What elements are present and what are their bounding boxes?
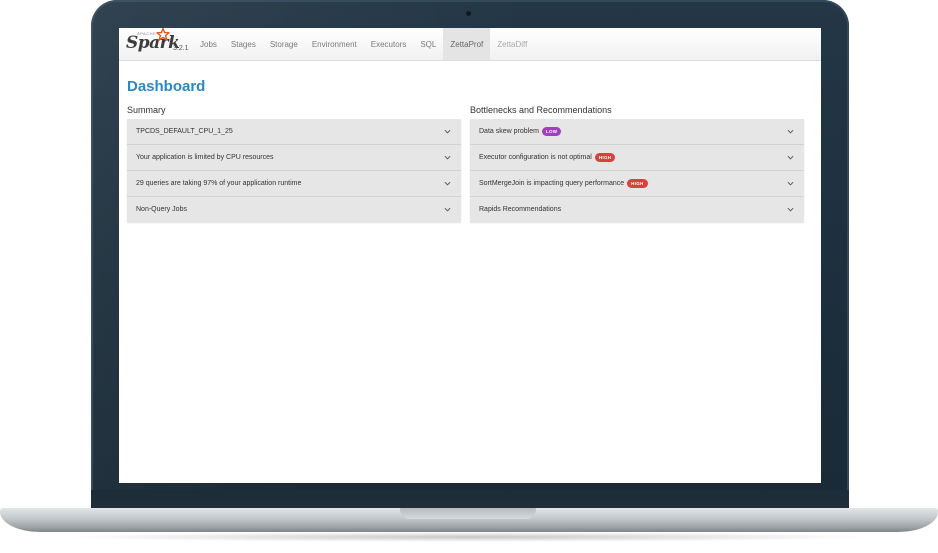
summary-column: Summary TPCDS_DEFAULT_CPU_1_25 Your appl… [127,104,461,222]
tab-executors[interactable]: Executors [364,28,414,60]
laptop-opening-notch [400,508,536,519]
bottleneck-row-data-skew[interactable]: Data skew problem LOW [470,119,804,145]
row-label: Executor configuration is not optimal [479,154,592,161]
row-label: 29 queries are taking 97% of your applic… [136,180,302,187]
laptop-shadow [60,532,878,542]
bottleneck-row-executor-config[interactable]: Executor configuration is not optimal HI… [470,145,804,171]
tab-sql[interactable]: SQL [413,28,443,60]
row-label: Rapids Recommendations [479,206,562,213]
spark-star-icon [156,28,170,41]
chevron-down-icon [787,129,794,134]
main-content: Dashboard [119,78,821,95]
chevron-down-icon [787,155,794,160]
row-label: SortMergeJoin is impacting query perform… [479,180,625,187]
spark-version: 3.2.1 [173,45,189,52]
summary-row-cpu-limited[interactable]: Your application is limited by CPU resou… [127,145,461,171]
row-label: Data skew problem [479,128,539,135]
bottlenecks-heading: Bottlenecks and Recommendations [470,105,612,115]
severity-badge-high: HIGH [594,153,616,162]
row-label: Non-Query Jobs [136,206,187,213]
tab-zettaprof[interactable]: ZettaProf [443,28,491,60]
tab-storage[interactable]: Storage [263,28,305,60]
tab-stages[interactable]: Stages [224,28,263,60]
tab-zettadiff[interactable]: ZettaDiff [490,28,534,60]
bottleneck-row-rapids[interactable]: Rapids Recommendations [470,197,804,222]
bottlenecks-column: Bottlenecks and Recommendations Data ske… [470,104,804,222]
spark-logo[interactable]: APACHE Spark 3.2.1 [123,28,193,60]
top-navbar: APACHE Spark 3.2.1 Jobs Stages Storage E… [119,28,821,61]
tab-environment[interactable]: Environment [305,28,364,60]
bottlenecks-accordion: Data skew problem LOW Executor configura… [470,119,804,222]
webcam [466,11,471,16]
nav-tabs: Jobs Stages Storage Environment Executor… [193,28,534,60]
chevron-down-icon [444,129,451,134]
summary-accordion: TPCDS_DEFAULT_CPU_1_25 Your application … [127,119,461,222]
chevron-down-icon [444,207,451,212]
summary-row-non-query-jobs[interactable]: Non-Query Jobs [127,197,461,222]
tab-jobs[interactable]: Jobs [193,28,224,60]
chevron-down-icon [787,181,794,186]
chevron-down-icon [444,155,451,160]
row-label: TPCDS_DEFAULT_CPU_1_25 [136,128,233,135]
bottleneck-row-sortmergejoin[interactable]: SortMergeJoin is impacting query perform… [470,171,804,197]
summary-row-queries-runtime[interactable]: 29 queries are taking 97% of your applic… [127,171,461,197]
summary-row-app-name[interactable]: TPCDS_DEFAULT_CPU_1_25 [127,119,461,145]
severity-badge-high: HIGH [627,179,648,188]
summary-heading: Summary [127,105,166,115]
brand-word: Spark [126,33,180,53]
chevron-down-icon [444,181,451,186]
screen: APACHE Spark 3.2.1 Jobs Stages Storage E… [119,28,821,483]
row-label: Your application is limited by CPU resou… [136,154,274,161]
page-title: Dashboard [127,78,206,95]
chevron-down-icon [787,207,794,212]
severity-badge-low: LOW [541,127,562,136]
